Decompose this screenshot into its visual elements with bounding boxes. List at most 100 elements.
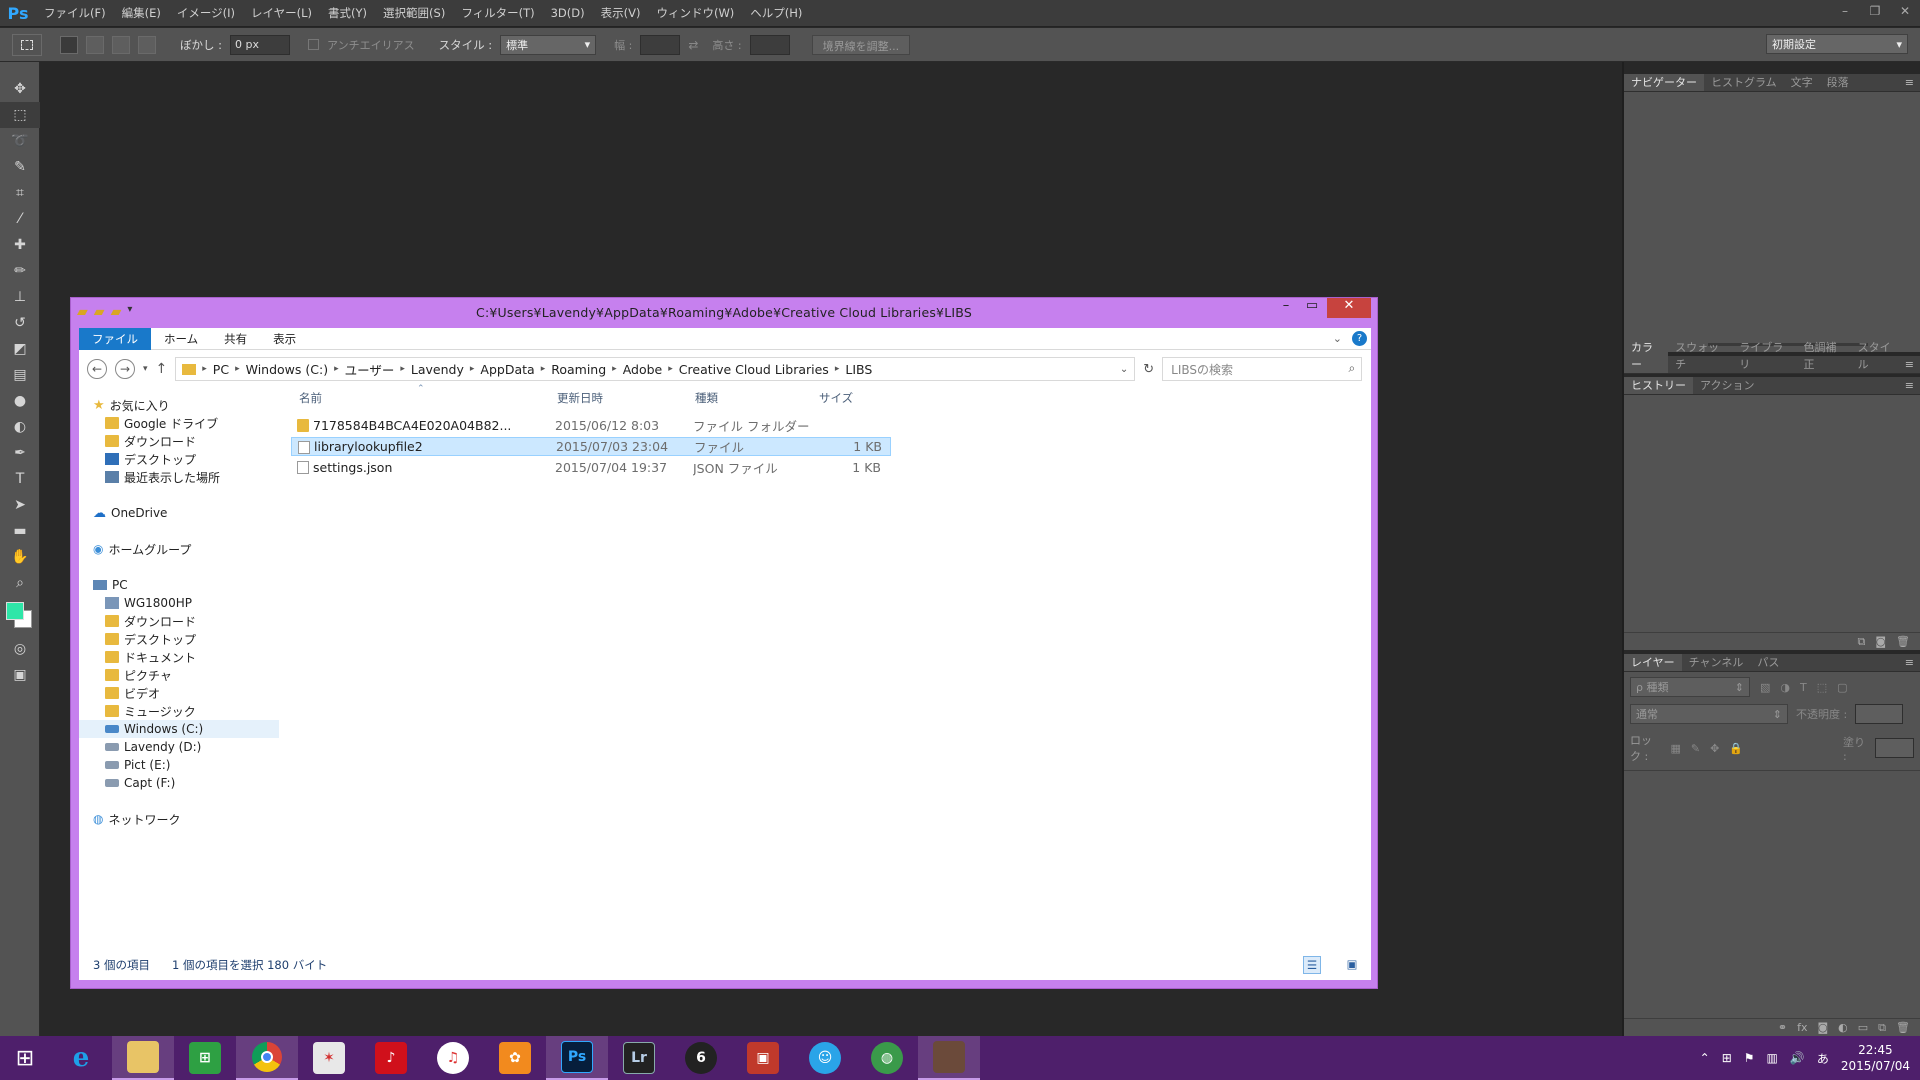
opacity-input[interactable] bbox=[1855, 704, 1904, 724]
lock-pixels-icon[interactable]: ✎ bbox=[1691, 742, 1700, 755]
clock[interactable]: 22:45 2015/07/04 bbox=[1841, 1042, 1910, 1074]
zoom-tool-icon[interactable]: ⌕ bbox=[0, 570, 40, 596]
tool-preset-picker[interactable] bbox=[12, 33, 42, 56]
nav-pictures[interactable]: ピクチャ bbox=[105, 666, 172, 684]
crop-tool-icon[interactable]: ⌗ bbox=[0, 180, 40, 206]
nav-windows-c[interactable]: Windows (C:) bbox=[79, 720, 279, 738]
antialias-checkbox[interactable] bbox=[308, 39, 320, 50]
subtract-selection-button[interactable] bbox=[112, 35, 130, 54]
new-group-icon[interactable]: ▭ bbox=[1858, 1021, 1868, 1034]
breadcrumb-item[interactable]: Creative Cloud Libraries bbox=[679, 362, 829, 377]
taskbar-acrobat[interactable]: ✶ bbox=[298, 1036, 360, 1080]
lasso-tool-icon[interactable]: ➰ bbox=[0, 128, 40, 154]
move-tool-icon[interactable]: ✥ bbox=[0, 76, 40, 102]
menu-view[interactable]: 表示(V) bbox=[593, 0, 649, 27]
new-layer-icon[interactable]: ⧉ bbox=[1878, 1021, 1886, 1035]
snapshot-icon[interactable]: ◙ bbox=[1875, 635, 1886, 648]
width-input[interactable] bbox=[640, 34, 681, 55]
nav-music[interactable]: ミュージック bbox=[105, 702, 196, 720]
refine-edge-button[interactable]: 境界線を調整... bbox=[811, 34, 911, 55]
tab-paragraph[interactable]: 段落 bbox=[1820, 74, 1856, 91]
layer-style-icon[interactable]: fx bbox=[1797, 1021, 1807, 1034]
new-document-from-state-icon[interactable]: ⧉ bbox=[1857, 635, 1865, 649]
taskbar-app-red[interactable]: ♪ bbox=[360, 1036, 422, 1080]
smart-object-filter-icon[interactable]: ▢ bbox=[1837, 681, 1847, 694]
nav-pc[interactable]: PC bbox=[93, 576, 128, 594]
tab-navigator[interactable]: ナビゲーター bbox=[1624, 74, 1704, 91]
tab-styles[interactable]: スタイル bbox=[1851, 339, 1905, 373]
fill-input[interactable] bbox=[1875, 738, 1914, 758]
menu-select[interactable]: 選択範囲(S) bbox=[375, 0, 453, 27]
lock-transparent-icon[interactable]: ▦ bbox=[1670, 742, 1680, 755]
screen-mode-icon[interactable]: ▣ bbox=[0, 662, 40, 688]
intersect-selection-button[interactable] bbox=[138, 35, 156, 54]
tab-actions[interactable]: アクション bbox=[1693, 377, 1761, 394]
layer-kind-filter[interactable]: ρ 種類 ⇕ bbox=[1630, 677, 1750, 697]
add-selection-button[interactable] bbox=[86, 35, 104, 54]
marquee-tool-icon[interactable]: ⬚ bbox=[0, 102, 40, 128]
taskbar-app-globe[interactable]: ◍ bbox=[856, 1036, 918, 1080]
taskbar-file-explorer[interactable] bbox=[112, 1036, 174, 1080]
menu-filter[interactable]: フィルター(T) bbox=[453, 0, 542, 27]
taskbar-app-avatar[interactable] bbox=[918, 1036, 980, 1080]
taskbar-app-blue[interactable]: ☺ bbox=[794, 1036, 856, 1080]
taskbar-app-orange[interactable]: ✿ bbox=[484, 1036, 546, 1080]
workspace-select[interactable]: 初期設定 ▾ bbox=[1766, 34, 1908, 54]
panel-menu-icon[interactable]: ≡ bbox=[1905, 74, 1920, 91]
menu-window[interactable]: ウィンドウ(W) bbox=[648, 0, 742, 27]
nav-google-drive[interactable]: Google ドライブ bbox=[105, 414, 218, 432]
back-button[interactable]: ← bbox=[87, 359, 107, 379]
pixel-filter-icon[interactable]: ▧ bbox=[1760, 681, 1770, 694]
tab-character[interactable]: 文字 bbox=[1784, 74, 1820, 91]
close-button[interactable]: ✕ bbox=[1890, 0, 1920, 27]
address-history-icon[interactable]: ⌄ bbox=[1120, 364, 1128, 375]
tab-layers[interactable]: レイヤー bbox=[1624, 654, 1682, 671]
hand-tool-icon[interactable]: ✋ bbox=[0, 544, 40, 570]
add-mask-icon[interactable]: ◙ bbox=[1817, 1021, 1828, 1034]
quick-selection-tool-icon[interactable]: ✎ bbox=[0, 154, 40, 180]
healing-brush-tool-icon[interactable]: ✚ bbox=[0, 232, 40, 258]
help-icon[interactable]: ? bbox=[1352, 331, 1367, 346]
start-button[interactable]: ⊞ bbox=[0, 1036, 50, 1080]
taskbar-store[interactable]: ⊞ bbox=[174, 1036, 236, 1080]
tab-adjustments[interactable]: 色調補正 bbox=[1796, 339, 1850, 373]
show-hidden-icons-icon[interactable]: ⌃ bbox=[1700, 1051, 1710, 1065]
nav-lavendy-d[interactable]: Lavendy (D:) bbox=[105, 738, 201, 756]
brush-tool-icon[interactable]: ✏ bbox=[0, 258, 40, 284]
action-center-icon[interactable]: ⚑ bbox=[1744, 1051, 1755, 1065]
breadcrumb-item[interactable]: PC bbox=[213, 362, 229, 377]
adjustment-filter-icon[interactable]: ◑ bbox=[1780, 681, 1790, 694]
network-tray-icon[interactable]: ▥ bbox=[1767, 1051, 1778, 1065]
nav-desktop[interactable]: デスクトップ bbox=[105, 630, 196, 648]
breadcrumb-item[interactable]: LIBS bbox=[845, 362, 872, 377]
menu-image[interactable]: イメージ(I) bbox=[169, 0, 243, 27]
nav-desktop-fav[interactable]: デスクトップ bbox=[105, 450, 196, 468]
large-icons-view-icon[interactable]: ▣ bbox=[1343, 956, 1361, 974]
file-row[interactable]: 7178584B4BCA4E020A04B82... 2015/06/12 8:… bbox=[291, 416, 891, 435]
breadcrumb-item[interactable]: Windows (C:) bbox=[246, 362, 328, 377]
panel-menu-icon[interactable]: ≡ bbox=[1905, 356, 1920, 373]
windows-flag-icon[interactable]: ⊞ bbox=[1722, 1051, 1732, 1065]
pen-tool-icon[interactable]: ✒ bbox=[0, 440, 40, 466]
explorer-minimize-button[interactable]: – bbox=[1273, 298, 1299, 318]
adjustment-layer-icon[interactable]: ◐ bbox=[1838, 1021, 1848, 1034]
ime-icon[interactable]: あ bbox=[1817, 1050, 1829, 1067]
dodge-tool-icon[interactable]: ◐ bbox=[0, 414, 40, 440]
tab-home[interactable]: ホーム bbox=[151, 328, 211, 350]
nav-pict-e[interactable]: Pict (E:) bbox=[105, 756, 170, 774]
delete-layer-icon[interactable]: 🗑 bbox=[1896, 1021, 1910, 1034]
tab-share[interactable]: 共有 bbox=[211, 328, 260, 350]
address-bar[interactable]: ▸ PC ▸ Windows (C:) ▸ ユーザー ▸ Lavendy ▸ A… bbox=[175, 357, 1136, 381]
type-tool-icon[interactable]: T bbox=[0, 466, 40, 492]
swap-icon[interactable]: ⇄ bbox=[688, 38, 698, 52]
nav-downloads-fav[interactable]: ダウンロード bbox=[105, 432, 196, 450]
panel-menu-icon[interactable]: ≡ bbox=[1905, 377, 1920, 394]
volume-icon[interactable]: 🔊 bbox=[1790, 1051, 1805, 1065]
column-type[interactable]: 種類 bbox=[695, 390, 718, 406]
delete-icon[interactable]: 🗑 bbox=[1896, 635, 1910, 648]
nav-network[interactable]: ◍ ネットワーク bbox=[93, 810, 181, 828]
blend-mode-select[interactable]: 通常 ⇕ bbox=[1630, 704, 1788, 724]
file-row-selected[interactable]: librarylookupfile2 2015/07/03 23:04 ファイル… bbox=[291, 437, 891, 456]
menu-layer[interactable]: レイヤー(L) bbox=[243, 0, 320, 27]
column-name[interactable]: 名前 bbox=[299, 390, 322, 406]
